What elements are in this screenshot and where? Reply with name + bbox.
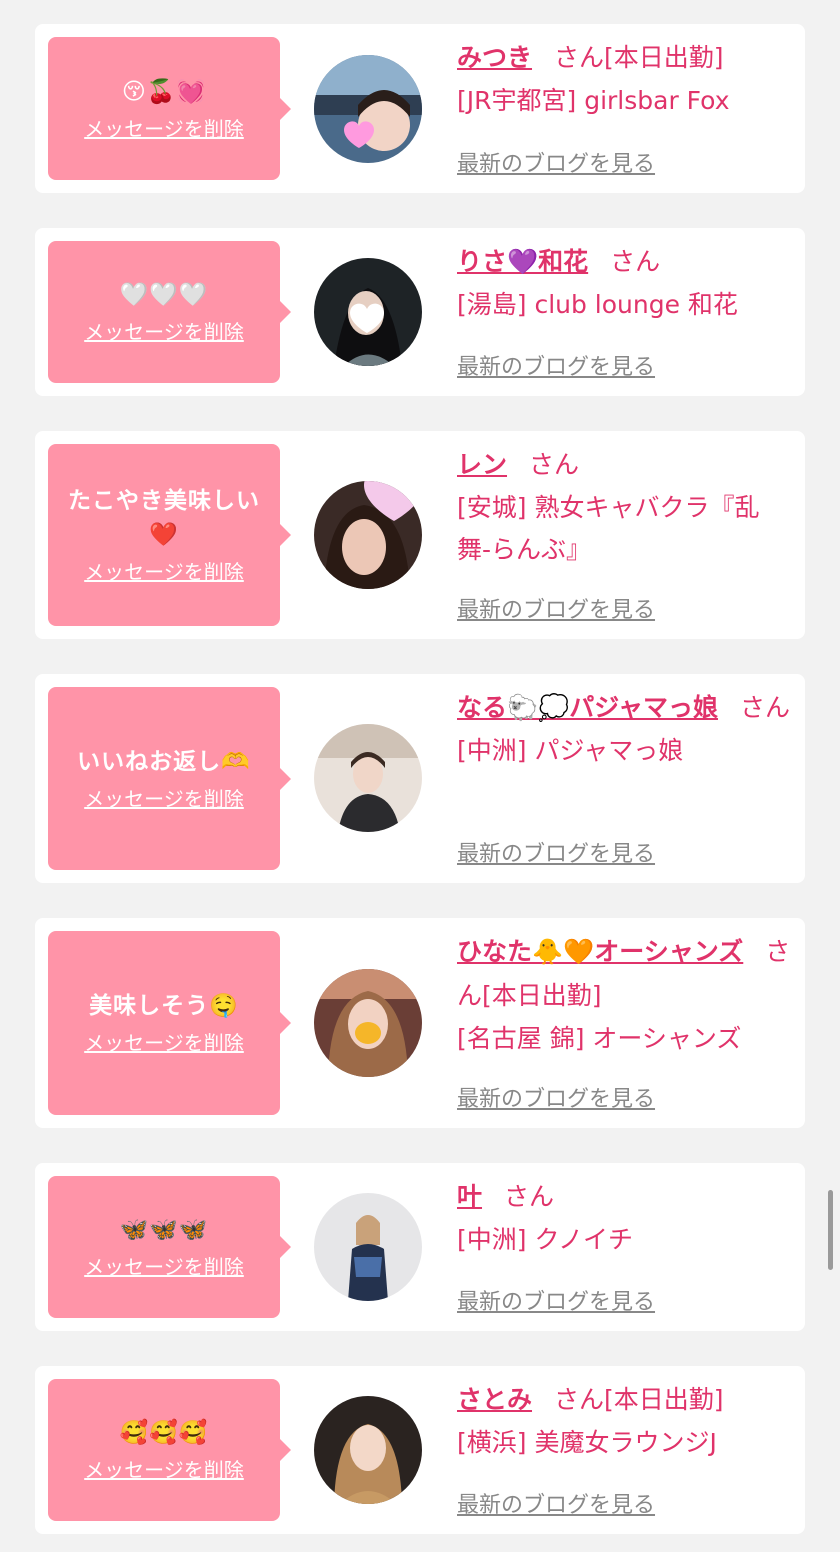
sender-name-link[interactable]: 叶 bbox=[457, 1182, 482, 1211]
message-info: なる🐑💭パジャマっ娘 さん [中洲] パジャマっ娘 bbox=[457, 686, 791, 772]
shop-name: [横浜] 美魔女ラウンジJ bbox=[457, 1428, 717, 1457]
avatar[interactable] bbox=[314, 481, 422, 589]
avatar[interactable] bbox=[314, 724, 422, 832]
shop-name: [中洲] クノイチ bbox=[457, 1225, 633, 1254]
latest-blog-link[interactable]: 最新のブログを見る bbox=[457, 349, 655, 381]
latest-blog-link[interactable]: 最新のブログを見る bbox=[457, 592, 655, 624]
message-bubble: いいねお返し🫶 メッセージを削除 bbox=[48, 687, 291, 870]
message-info: レン さん [安城] 熟女キャバクラ『乱舞-らんぶ』 bbox=[457, 443, 791, 571]
delete-message-link[interactable]: メッセージを削除 bbox=[84, 1253, 244, 1281]
message-text: 美味しそう🤤 bbox=[89, 993, 239, 1019]
message-card: 🦋🦋🦋 メッセージを削除 叶さん [中洲] クノイチ 最新のブログを見る bbox=[35, 1163, 805, 1331]
message-info: りさ💜和花 さん [湯島] club lounge 和花 bbox=[457, 240, 791, 326]
honorific-label: さん bbox=[504, 1182, 555, 1211]
message-card: 🥰🥰🥰 メッセージを削除 さとみ さん[本日出勤] [横浜] 美魔女ラウンジJ 最… bbox=[35, 1366, 805, 1534]
delete-message-link[interactable]: メッセージを削除 bbox=[84, 1029, 244, 1057]
honorific-label: さん bbox=[740, 693, 791, 722]
message-list-page: 😚🍒💓 メッセージを削除 みつき さん[本日出勤] [JR宇都宮] girlsba… bbox=[0, 0, 840, 1552]
latest-blog-link[interactable]: 最新のブログを見る bbox=[457, 1487, 655, 1519]
honorific-label: さん bbox=[554, 43, 605, 72]
shop-name: [安城] 熟女キャバクラ『乱舞-らんぶ』 bbox=[457, 493, 760, 564]
avatar[interactable] bbox=[314, 1396, 422, 1504]
shop-name: [JR宇都宮] girlsbar Fox bbox=[457, 86, 730, 115]
shop-name: [名古屋 錦] オーシャンズ bbox=[457, 1024, 742, 1053]
message-text: たこやき美味しい❤️ bbox=[68, 488, 260, 548]
message-info: 叶さん [中洲] クノイチ bbox=[457, 1175, 791, 1261]
latest-blog-link[interactable]: 最新のブログを見る bbox=[457, 1284, 655, 1316]
message-card: 美味しそう🤤 メッセージを削除 ひなた🐥🧡オーシャンズ さん[本日出勤] [名古屋… bbox=[35, 918, 805, 1128]
message-bubble: たこやき美味しい❤️ メッセージを削除 bbox=[48, 444, 291, 626]
message-text: いいねお返し🫶 bbox=[77, 748, 251, 775]
avatar[interactable] bbox=[314, 55, 422, 163]
sender-name-link[interactable]: さとみ bbox=[457, 1385, 532, 1414]
delete-message-link[interactable]: メッセージを削除 bbox=[84, 115, 244, 143]
message-bubble: 😚🍒💓 メッセージを削除 bbox=[48, 37, 291, 180]
sender-name-link[interactable]: レン bbox=[457, 450, 507, 479]
message-bubble: 美味しそう🤤 メッセージを削除 bbox=[48, 931, 291, 1115]
message-card: たこやき美味しい❤️ メッセージを削除 レン さん [安城] 熟女キャバクラ『乱舞… bbox=[35, 431, 805, 639]
message-card: 🤍🤍🤍 メッセージを削除 りさ💜和花 さん [湯島] club lounge 和花… bbox=[35, 228, 805, 396]
message-card: いいねお返し🫶 メッセージを削除 なる🐑💭パジャマっ娘 さん [中洲] パジャマっ… bbox=[35, 674, 805, 883]
message-text: 🤍🤍🤍 bbox=[119, 282, 209, 308]
avatar[interactable] bbox=[314, 1193, 422, 1301]
delete-message-link[interactable]: メッセージを削除 bbox=[84, 1456, 244, 1484]
message-text: 🦋🦋🦋 bbox=[119, 1217, 209, 1243]
shop-name: [中洲] パジャマっ娘 bbox=[457, 736, 684, 765]
message-bubble: 🤍🤍🤍 メッセージを削除 bbox=[48, 241, 291, 383]
latest-blog-link[interactable]: 最新のブログを見る bbox=[457, 1081, 655, 1113]
working-today-label: [本日出勤] bbox=[604, 43, 724, 72]
latest-blog-link[interactable]: 最新のブログを見る bbox=[457, 836, 655, 868]
honorific-label: さん bbox=[610, 247, 661, 276]
delete-message-link[interactable]: メッセージを削除 bbox=[84, 558, 244, 586]
message-text: 🥰🥰🥰 bbox=[119, 1420, 209, 1446]
message-bubble: 🦋🦋🦋 メッセージを削除 bbox=[48, 1176, 291, 1318]
sender-name-link[interactable]: ひなた🐥🧡オーシャンズ bbox=[457, 937, 743, 966]
message-info: ひなた🐥🧡オーシャンズ さん[本日出勤] [名古屋 錦] オーシャンズ bbox=[457, 930, 791, 1060]
message-info: みつき さん[本日出勤] [JR宇都宮] girlsbar Fox bbox=[457, 36, 791, 122]
delete-message-link[interactable]: メッセージを削除 bbox=[84, 318, 244, 346]
delete-message-link[interactable]: メッセージを削除 bbox=[84, 785, 244, 813]
avatar[interactable] bbox=[314, 258, 422, 366]
scrollbar-thumb[interactable] bbox=[828, 1190, 833, 1270]
honorific-label: さん bbox=[554, 1385, 605, 1414]
sender-name-link[interactable]: みつき bbox=[457, 43, 532, 72]
message-bubble: 🥰🥰🥰 メッセージを削除 bbox=[48, 1379, 291, 1521]
message-text: 😚🍒💓 bbox=[121, 78, 207, 105]
avatar[interactable] bbox=[314, 969, 422, 1077]
working-today-label: [本日出勤] bbox=[604, 1385, 724, 1414]
working-today-label: [本日出勤] bbox=[482, 981, 602, 1010]
honorific-label: さん bbox=[529, 450, 580, 479]
shop-name: [湯島] club lounge 和花 bbox=[457, 290, 738, 319]
latest-blog-link[interactable]: 最新のブログを見る bbox=[457, 146, 655, 178]
sender-name-link[interactable]: りさ💜和花 bbox=[457, 247, 588, 276]
message-info: さとみ さん[本日出勤] [横浜] 美魔女ラウンジJ bbox=[457, 1378, 791, 1464]
message-card: 😚🍒💓 メッセージを削除 みつき さん[本日出勤] [JR宇都宮] girlsba… bbox=[35, 24, 805, 193]
sender-name-link[interactable]: なる🐑💭パジャマっ娘 bbox=[457, 693, 718, 722]
